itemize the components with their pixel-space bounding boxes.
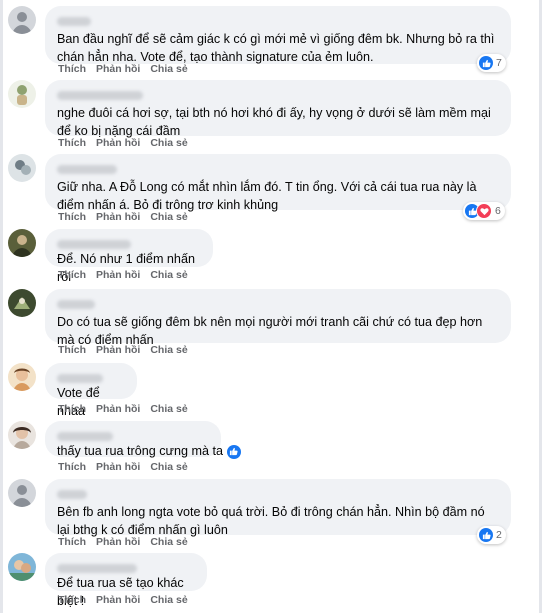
reaction-count: 2 [496, 529, 502, 541]
comment-actions: Thích Phản hồi Chia sẻ [58, 137, 198, 149]
reply-link[interactable]: Phản hồi [96, 63, 140, 75]
like-link[interactable]: Thích [58, 63, 86, 75]
reply-link[interactable]: Phản hồi [96, 211, 140, 223]
share-link[interactable]: Chia sẻ [150, 461, 187, 473]
reply-link[interactable]: Phản hồi [96, 269, 140, 281]
comment-bubble: Vote để nhaa [45, 363, 137, 418]
comment-actions: Thích Phản hồi Chia sẻ [58, 344, 198, 356]
author-name-redacted[interactable] [57, 87, 499, 101]
thumbs-up-icon [479, 56, 493, 70]
comment-bubble: Giữ nha. A Đỗ Long có mắt nhìn lắm đó. T… [45, 154, 511, 212]
comment-actions: Thích Phản hồi Chia sẻ [58, 63, 198, 75]
comment-text: Bên fb anh long ngta vote bỏ quá trời. B… [57, 505, 485, 537]
comment-item: Do có tua sẽ giống đêm bk nên mọi người … [8, 289, 528, 357]
reply-link[interactable]: Phản hồi [96, 344, 140, 356]
comment-text-content: thấy tua rua trông cưng mà ta [57, 444, 223, 458]
reaction-summary[interactable]: 7 [477, 54, 506, 72]
author-name-redacted[interactable] [57, 161, 499, 175]
comment-bubble: Do có tua sẽ giống đêm bk nên mọi người … [45, 289, 511, 347]
like-link[interactable]: Thích [58, 594, 86, 606]
share-link[interactable]: Chia sẻ [150, 211, 187, 223]
avatar[interactable] [8, 289, 36, 317]
comment-bubble: Bên fb anh long ngta vote bỏ quá trời. B… [45, 479, 511, 537]
comment-bubble: Ban đầu nghĩ để sẽ cảm giác k có gì mới … [45, 6, 511, 64]
reply-link[interactable]: Phản hồi [96, 594, 140, 606]
like-link[interactable]: Thích [58, 211, 86, 223]
reaction-summary[interactable]: 6 [463, 202, 505, 220]
comment-actions: Thích Phản hồi Chia sẻ [58, 403, 198, 415]
comment-actions: Thích Phản hồi Chia sẻ [58, 536, 198, 548]
thumbs-up-icon [226, 444, 241, 459]
like-link[interactable]: Thích [58, 137, 86, 149]
author-name-redacted[interactable] [57, 560, 195, 574]
comment-item: Bên fb anh long ngta vote bỏ quá trời. B… [8, 479, 528, 551]
comment-text: Giữ nha. A Đỗ Long có mắt nhìn lắm đó. T… [57, 180, 477, 212]
heart-icon [476, 203, 492, 219]
author-name-redacted[interactable] [57, 236, 201, 250]
comment-actions: Thích Phản hồi Chia sẻ [58, 211, 198, 223]
comment-item: Để. Nó như 1 điểm nhấn rồi Thích Phản hồi… [8, 229, 528, 285]
comment-item: thấy tua rua trông cưng mà ta Thích Phản … [8, 421, 528, 475]
left-border [0, 0, 3, 613]
comment-actions: Thích Phản hồi Chia sẻ [58, 269, 198, 281]
reply-link[interactable]: Phản hồi [96, 403, 140, 415]
comment-text: Ban đầu nghĩ để sẽ cảm giác k có gì mới … [57, 32, 495, 64]
avatar[interactable] [8, 6, 36, 34]
comment-item: Ban đầu nghĩ để sẽ cảm giác k có gì mới … [8, 6, 528, 76]
share-link[interactable]: Chia sẻ [150, 403, 187, 415]
comment-text: thấy tua rua trông cưng mà ta [57, 442, 241, 460]
author-name-redacted[interactable] [57, 370, 125, 384]
avatar[interactable] [8, 229, 36, 257]
reply-link[interactable]: Phản hồi [96, 536, 140, 548]
comment-item: nghe đuôi cá hơi sợ, tại bth nó hơi khó … [8, 80, 528, 150]
comment-bubble: thấy tua rua trông cưng mà ta [45, 421, 241, 460]
reply-link[interactable]: Phản hồi [96, 461, 140, 473]
comment-actions: Thích Phản hồi Chia sẻ [58, 461, 198, 473]
reaction-summary[interactable]: 2 [477, 526, 506, 544]
reaction-count: 7 [496, 57, 502, 69]
like-link[interactable]: Thích [58, 344, 86, 356]
comment-item: Để tua rua sẽ tạo khác biệt ! Thích Phản … [8, 553, 528, 609]
share-link[interactable]: Chia sẻ [150, 536, 187, 548]
avatar[interactable] [8, 80, 36, 108]
comment-item: Giữ nha. A Đỗ Long có mắt nhìn lắm đó. T… [8, 154, 528, 226]
comment-bubble: Để tua rua sẽ tạo khác biệt ! [45, 553, 207, 608]
comment-bubble: Để. Nó như 1 điểm nhấn rồi [45, 229, 213, 284]
author-name-redacted[interactable] [57, 296, 499, 310]
like-link[interactable]: Thích [58, 269, 86, 281]
author-name-redacted[interactable] [57, 13, 499, 27]
comment-text: nghe đuôi cá hơi sợ, tại bth nó hơi khó … [57, 106, 491, 138]
comment-bubble: nghe đuôi cá hơi sợ, tại bth nó hơi khó … [45, 80, 511, 138]
share-link[interactable]: Chia sẻ [150, 137, 187, 149]
avatar[interactable] [8, 421, 36, 449]
share-link[interactable]: Chia sẻ [150, 344, 187, 356]
author-name-redacted[interactable] [57, 486, 499, 500]
share-link[interactable]: Chia sẻ [150, 594, 187, 606]
share-link[interactable]: Chia sẻ [150, 269, 187, 281]
like-link[interactable]: Thích [58, 461, 86, 473]
thumbs-up-icon [479, 528, 493, 542]
comment-actions: Thích Phản hồi Chia sẻ [58, 594, 198, 606]
author-name-redacted[interactable] [57, 428, 209, 442]
share-link[interactable]: Chia sẻ [150, 63, 187, 75]
avatar[interactable] [8, 154, 36, 182]
reply-link[interactable]: Phản hồi [96, 137, 140, 149]
like-link[interactable]: Thích [58, 536, 86, 548]
like-link[interactable]: Thích [58, 403, 86, 415]
avatar[interactable] [8, 479, 36, 507]
avatar[interactable] [8, 553, 36, 581]
reaction-count: 6 [495, 205, 501, 217]
avatar[interactable] [8, 363, 36, 391]
comment-item: Vote để nhaa Thích Phản hồi Chia sẻ [8, 363, 528, 418]
